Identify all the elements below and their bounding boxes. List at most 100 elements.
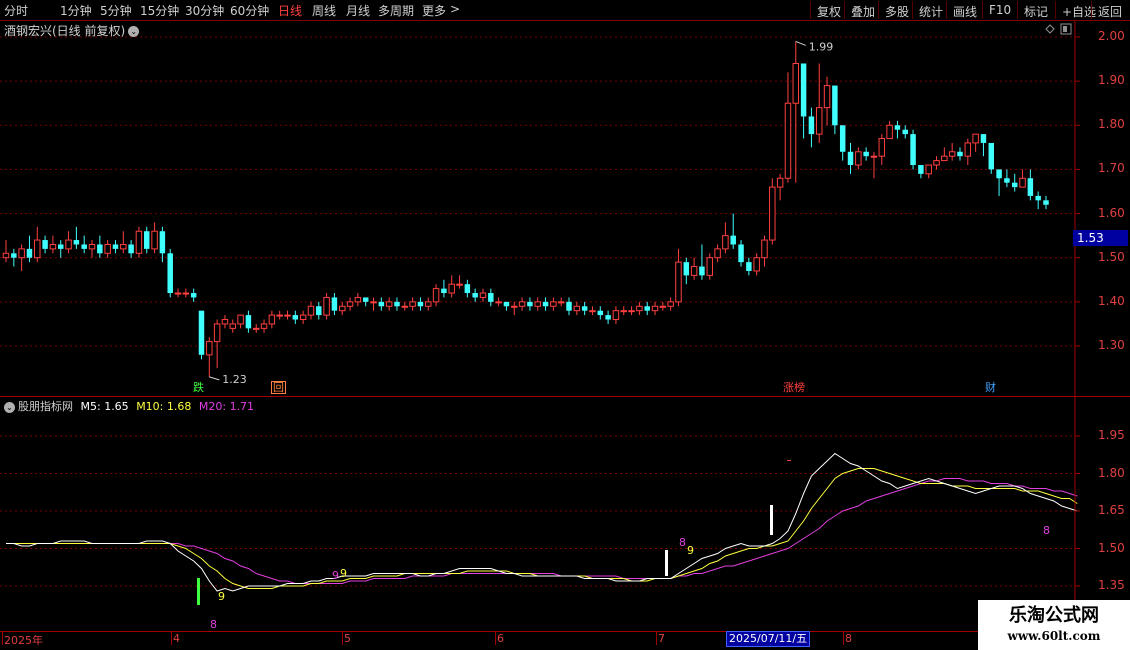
candle-body-up bbox=[448, 283, 455, 294]
date-axis-label: 6 bbox=[497, 632, 504, 645]
candle-body-up bbox=[964, 142, 972, 157]
candle-body-down bbox=[1035, 195, 1041, 201]
candle-body-up bbox=[479, 292, 487, 298]
candle-body-down bbox=[996, 169, 1002, 179]
candle-body-up bbox=[557, 301, 565, 304]
event-marker[interactable]: 财 bbox=[983, 381, 998, 394]
candle-body-up bbox=[346, 301, 354, 307]
candle-body-down bbox=[644, 306, 650, 311]
event-marker[interactable]: 跌 bbox=[191, 381, 206, 394]
m10-label: M10: 1.68 bbox=[136, 400, 192, 413]
candle-body-down bbox=[894, 125, 901, 130]
high-pointer bbox=[795, 40, 806, 46]
indicator-axis-label: 1.50 bbox=[1098, 540, 1125, 555]
indicator-title[interactable]: ⌄ 股朋指标网 M5: 1.65 M10: 1.68 M20: 1.71 bbox=[4, 398, 254, 414]
candle-body-up bbox=[401, 305, 409, 308]
chart-frame bbox=[0, 21, 1130, 632]
candle-body-up bbox=[354, 296, 362, 303]
candle-body-up bbox=[260, 323, 268, 329]
candle-body-up bbox=[120, 243, 127, 250]
candle-body-up bbox=[941, 155, 948, 162]
event-marker[interactable]: 回 bbox=[271, 381, 286, 394]
candle-body-up bbox=[151, 230, 158, 250]
chart-corner-icons bbox=[1045, 23, 1072, 35]
current-price-box: 1.53 bbox=[1073, 230, 1128, 246]
date-axis-label: 8 bbox=[845, 632, 852, 645]
candle-body-down bbox=[292, 315, 299, 320]
date-tick bbox=[495, 631, 496, 645]
candle-body-up bbox=[370, 301, 377, 304]
candle-body-up bbox=[948, 151, 956, 157]
candle-body-down bbox=[699, 266, 705, 276]
candle-body-up bbox=[299, 314, 307, 321]
candle-body-down bbox=[605, 315, 611, 320]
candle-body-up bbox=[237, 314, 244, 325]
watermark-sub: www.60lt.com bbox=[1007, 629, 1101, 643]
candle-body-down bbox=[417, 301, 424, 307]
event-marker[interactable]: 涨榜 bbox=[781, 381, 807, 394]
candle-body-up bbox=[761, 239, 768, 259]
signal-number: 9 bbox=[687, 544, 694, 557]
candle-body-down bbox=[97, 244, 103, 254]
candle-body-down bbox=[542, 301, 549, 307]
candle-body-down bbox=[378, 301, 385, 307]
candle-body-up bbox=[589, 310, 596, 313]
candle-body-up bbox=[972, 133, 979, 144]
candle-body-up bbox=[65, 239, 72, 250]
signal-number: 9 bbox=[340, 567, 347, 580]
candle-body-up bbox=[823, 85, 831, 109]
price-axis-label: 1.70 bbox=[1098, 161, 1125, 176]
candle-body-down bbox=[839, 125, 846, 152]
high-label: 1.99 bbox=[809, 40, 834, 53]
candle-body-up bbox=[385, 301, 393, 307]
candle-body-up bbox=[323, 296, 330, 316]
candle-body-up bbox=[221, 319, 229, 325]
candle-body-down bbox=[1043, 200, 1049, 205]
signal-bar bbox=[665, 550, 668, 576]
date-axis: 2025年 4 5 6 7 8 2025/07/11/五 bbox=[0, 631, 1075, 650]
price-axis-label: 1.90 bbox=[1098, 73, 1125, 88]
candle-body-down bbox=[832, 85, 838, 126]
candle-body-up bbox=[550, 301, 557, 307]
candle-body-down bbox=[1004, 178, 1010, 183]
low-label: 1.23 bbox=[222, 373, 247, 386]
candle-body-up bbox=[409, 301, 416, 307]
diamond-icon[interactable] bbox=[1045, 24, 1055, 34]
candle-body-down bbox=[58, 244, 64, 249]
candle-body-up bbox=[104, 243, 111, 254]
candle-body-down bbox=[42, 240, 48, 249]
m20-label: M20: 1.71 bbox=[198, 400, 255, 413]
signal-number: 8 bbox=[210, 618, 217, 631]
candle-body-up bbox=[878, 138, 886, 157]
candle-body-down bbox=[503, 301, 510, 307]
candle-body-down bbox=[738, 244, 744, 263]
candle-body-up bbox=[2, 252, 10, 259]
candle-body-down bbox=[566, 301, 572, 311]
candle-body-up bbox=[18, 248, 25, 259]
candle-body-down bbox=[808, 116, 815, 135]
m20-line bbox=[6, 478, 1078, 584]
candle-body-up bbox=[339, 305, 346, 312]
watermark-main: 乐淘公式网 bbox=[1009, 605, 1099, 626]
candle-body-up bbox=[268, 314, 276, 325]
candle-body-up bbox=[182, 292, 190, 295]
candle-body-down bbox=[847, 151, 854, 166]
candle-body-down bbox=[597, 310, 604, 316]
candle-body-down bbox=[980, 134, 987, 143]
indicator-axis-label: 1.95 bbox=[1098, 428, 1125, 442]
candle-body-up bbox=[753, 257, 760, 272]
candle-body-up bbox=[518, 301, 526, 307]
candle-body-up bbox=[886, 124, 893, 140]
date-axis-label: 7 bbox=[658, 632, 665, 645]
candle-body-down bbox=[683, 262, 690, 276]
candle-body-down bbox=[73, 240, 80, 245]
candle-body-down bbox=[26, 248, 33, 258]
candle-body-down bbox=[1011, 182, 1018, 188]
chevron-down-icon[interactable]: ⌄ bbox=[4, 401, 15, 413]
indicator-axis-label: 1.65 bbox=[1098, 503, 1125, 517]
candle-body-up bbox=[534, 301, 541, 307]
grid bbox=[0, 36, 1075, 587]
price-chart[interactable]: 1.991.23 989 9898 bbox=[0, 0, 1130, 650]
candle-body-up bbox=[628, 310, 635, 313]
m10-line bbox=[6, 468, 1078, 589]
